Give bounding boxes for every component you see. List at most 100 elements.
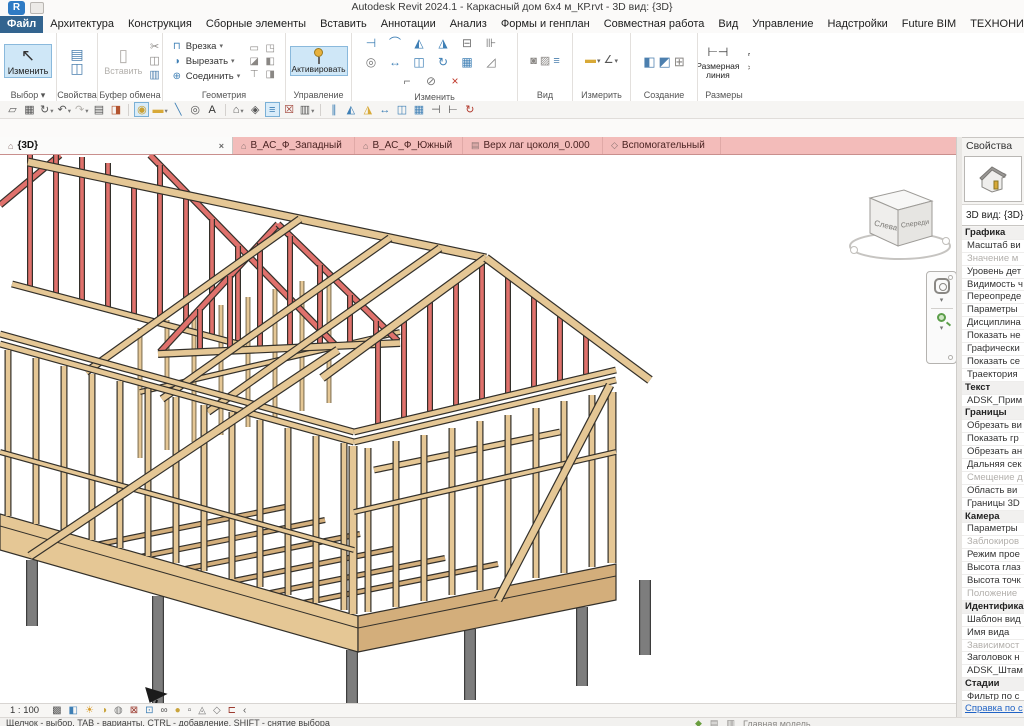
- modify-tool-rotate[interactable]: ↻: [433, 54, 454, 70]
- geometry-extra-icon-wall-joins[interactable]: ▭: [247, 43, 261, 54]
- property-row[interactable]: Графика: [962, 227, 1024, 240]
- geometry-tool-cut[interactable]: ◑ Вырезать ▾: [171, 54, 240, 69]
- modify-tool-align[interactable]: ⊣: [361, 35, 382, 51]
- qat-icon-redo[interactable]: ↷: [74, 102, 89, 117]
- property-row[interactable]: Видимость ч: [962, 279, 1024, 292]
- modify-tool-copy[interactable]: ◫: [409, 54, 430, 70]
- clipboard-icon-match-properties[interactable]: ▥: [149, 69, 159, 82]
- modify-tool-split[interactable]: ⊟: [457, 35, 478, 51]
- qat-icon-trim[interactable]: ⊣: [428, 102, 443, 117]
- property-row[interactable]: Высота точк: [962, 575, 1024, 588]
- property-row[interactable]: Границы: [962, 407, 1024, 420]
- qat-icon-section[interactable]: ◈: [248, 102, 263, 117]
- qat-icon-detail-line[interactable]: ╲: [171, 102, 186, 117]
- type-selector[interactable]: 3D вид: {3D}: [962, 204, 1024, 226]
- property-row[interactable]: Заголовок н: [962, 652, 1024, 665]
- property-row[interactable]: ADSK_Прим: [962, 395, 1024, 408]
- view-tab-auxiliary[interactable]: ◇ Вспомогательный ×: [603, 137, 721, 154]
- qat-icon-refresh[interactable]: ↻: [462, 102, 477, 117]
- property-row[interactable]: Режим прое: [962, 549, 1024, 562]
- modify-tool-unpin[interactable]: ⊘: [421, 73, 442, 89]
- property-row[interactable]: Масштаб ви: [962, 240, 1024, 253]
- viewcube[interactable]: Слева Спереди: [843, 183, 956, 277]
- qat-icon-open[interactable]: ▱: [5, 102, 20, 117]
- property-row[interactable]: Показать се: [962, 356, 1024, 369]
- compass-handle-icon[interactable]: [851, 247, 858, 254]
- qat-icon-default-3d-view[interactable]: ⌂: [231, 102, 246, 117]
- property-row[interactable]: Обрезать ви: [962, 420, 1024, 433]
- qat-icon-thin-lines[interactable]: ≡: [265, 102, 280, 117]
- property-row[interactable]: Положение: [962, 588, 1024, 601]
- property-row[interactable]: Идентификац: [962, 601, 1024, 614]
- dropdown-caret-icon[interactable]: ▾: [231, 57, 235, 65]
- ribbon-tab-addins[interactable]: Надстройки: [820, 16, 894, 33]
- modify-tool-align-2[interactable]: ⊪: [481, 35, 502, 51]
- dropdown-caret-icon[interactable]: ▾: [219, 42, 223, 50]
- vc-icon-temporary-view-properties[interactable]: ▫: [188, 704, 192, 717]
- dimension-line-button[interactable]: ⊢⊣ Размерная линия: [698, 40, 744, 83]
- property-row[interactable]: Зависимост: [962, 640, 1024, 653]
- ribbon-tab-massing-site[interactable]: Формы и генплан: [494, 16, 597, 33]
- measure-tool-icon-measure-angle[interactable]: ∠: [604, 54, 618, 68]
- modify-tool-pin[interactable]: ◎: [361, 54, 382, 70]
- property-row[interactable]: Уровень дет: [962, 266, 1024, 279]
- vc-icon-worksharing-display[interactable]: ◇: [213, 704, 221, 717]
- property-row[interactable]: Заблокиров: [962, 536, 1024, 549]
- vc-icon-detail-level[interactable]: ▩: [52, 704, 61, 717]
- create-tool-icon-create-group[interactable]: ⊞: [674, 55, 685, 68]
- vc-icon-render[interactable]: ◍: [114, 704, 123, 717]
- drawing-area[interactable]: Слева Спереди ▾ ▾: [0, 155, 956, 703]
- geometry-extra-icon-remove-paint[interactable]: ◨: [263, 69, 277, 80]
- ribbon-tab-manage[interactable]: Управление: [745, 16, 820, 33]
- qat-icon-print[interactable]: ▤: [91, 102, 106, 117]
- modify-tool-trim-extend[interactable]: ⌐: [397, 73, 418, 89]
- view-tab-3d[interactable]: ⌂ {3D} ×: [0, 137, 233, 154]
- create-tool-icon-create-parts[interactable]: ◧: [643, 55, 655, 68]
- vc-icon-sun-path[interactable]: ☀: [85, 704, 94, 717]
- qat-icon-undo[interactable]: ↶: [56, 102, 71, 117]
- qat-icon-close-hidden-windows[interactable]: ☒: [282, 102, 297, 117]
- modify-tool-array[interactable]: ▦: [457, 54, 478, 70]
- geometry-tool-join[interactable]: ⊕ Соединить ▾: [171, 69, 240, 84]
- dropdown-caret-icon[interactable]: ▾: [237, 72, 241, 80]
- qat-icon-transfer[interactable]: ◨: [108, 102, 123, 117]
- property-row[interactable]: Камера: [962, 511, 1024, 524]
- modify-tool-mirror-pick[interactable]: ◮: [433, 35, 454, 51]
- property-row[interactable]: Границы 3D: [962, 498, 1024, 511]
- status-icon-design-options[interactable]: ▤: [710, 718, 719, 726]
- property-row[interactable]: Дисциплина: [962, 317, 1024, 330]
- properties-panel-icon-family-types[interactable]: ◫: [70, 62, 83, 75]
- vc-icon-crop-view[interactable]: ⊠: [130, 704, 138, 717]
- ribbon-tab-future-bim[interactable]: Future BIM: [895, 16, 963, 33]
- qat-icon-match[interactable]: ◫: [394, 102, 409, 117]
- property-row[interactable]: Значение м: [962, 253, 1024, 266]
- property-row[interactable]: Стадии: [962, 678, 1024, 691]
- property-row[interactable]: Шаблон вид: [962, 614, 1024, 627]
- ribbon-tab-view[interactable]: Вид: [711, 16, 745, 33]
- create-tool-icon-create-assembly[interactable]: ◩: [659, 55, 671, 68]
- view-panel-icon-visibility-graphics[interactable]: ◙: [530, 55, 537, 68]
- qat-icon-array[interactable]: ▦: [411, 102, 426, 117]
- qat-icon-save[interactable]: ▦: [22, 102, 37, 117]
- measure-tool-icon-measure-ruler[interactable]: ▬: [585, 54, 601, 68]
- property-row[interactable]: Смещение д: [962, 472, 1024, 485]
- modify-tool-mirror-axis[interactable]: ◭: [409, 35, 430, 51]
- view-tab-plinth-plan[interactable]: ▤ Верх лаг цоколя_0.000 ×: [463, 137, 603, 154]
- geometry-extra-icon-paint[interactable]: ◧: [263, 56, 277, 67]
- navwheel-caret-icon[interactable]: ▾: [940, 296, 944, 304]
- activate-controls-button[interactable]: Активировать: [290, 46, 348, 76]
- view-tab-west-elevation[interactable]: ⌂ В_АС_Ф_Западный ×: [233, 137, 355, 154]
- qat-icon-measure[interactable]: ▬: [151, 102, 168, 117]
- qat-icon-mirror-2[interactable]: ◮: [360, 102, 375, 117]
- vc-icon-visual-style[interactable]: ◧: [69, 704, 78, 717]
- property-row[interactable]: Параметры: [962, 304, 1024, 317]
- qat-icon-modify-pin[interactable]: ◉: [134, 102, 149, 117]
- modify-tool-delete[interactable]: ×: [445, 73, 466, 89]
- clipboard-icon-copy[interactable]: ◫: [149, 55, 159, 68]
- modify-tool-offset[interactable]: ⌒: [385, 35, 406, 51]
- status-icon-filter[interactable]: ▥: [726, 718, 735, 726]
- dimension-extra-icon-aligned-dim[interactable]: ⌐: [748, 48, 750, 61]
- qat-icon-align[interactable]: ∥: [326, 102, 341, 117]
- vc-icon-constraints[interactable]: ⊏: [228, 704, 236, 717]
- view-panel-icon-thin-lines[interactable]: ▨: [540, 55, 550, 68]
